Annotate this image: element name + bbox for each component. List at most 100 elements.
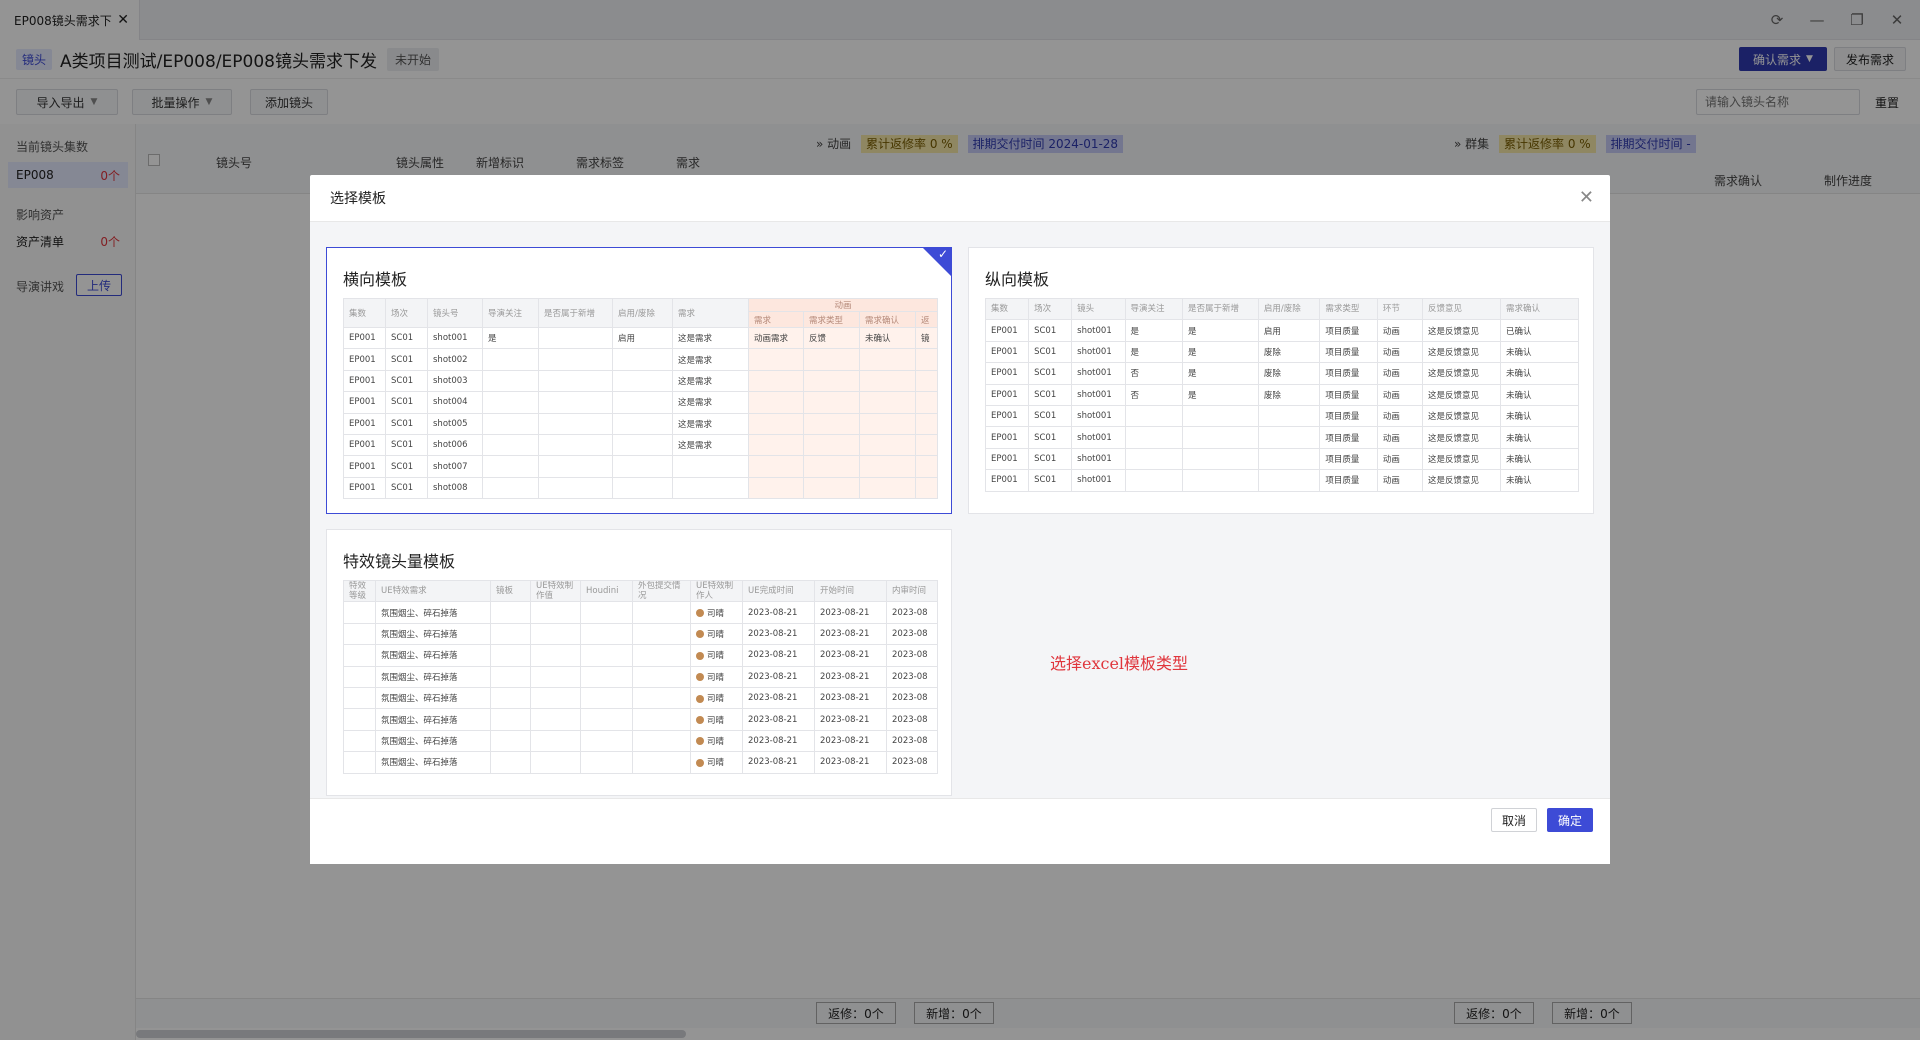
preview-row: EP001 SC01 shot001 项目质量 动画 这是反馈意见 未确认 [984, 469, 1580, 492]
preview-cell: 2023-08-21 [742, 601, 815, 624]
preview-row: EP001 SC01 shot001 项目质量 动画 这是反馈意见 未确认 [984, 447, 1580, 471]
preview-cell [612, 348, 673, 371]
preview-cell: 2023-08-21 [814, 601, 887, 624]
ok-button[interactable]: 确定 [1547, 808, 1593, 832]
preview-cell: 2023-08-21 [814, 729, 887, 753]
preview-cell: 未确认 [1499, 383, 1580, 406]
preview-row: 氛围烟尘、碎石掉落 司晴 2023-08-21 2023-08-21 2023-08 [343, 644, 938, 667]
preview-cell [530, 729, 581, 753]
avatar-icon [696, 694, 704, 703]
preview-cell: SC01 [1028, 383, 1073, 406]
preview-cell: 司晴 [690, 665, 743, 688]
preview-header-cell: 需求类型 [1319, 297, 1378, 321]
preview-header-cell: 开始时间 [814, 579, 887, 603]
preview-cell [914, 369, 939, 393]
preview-row: EP001 SC01 shot001 否是废除 项目质量 动画 这是反馈意见 未确认 [984, 383, 1580, 406]
preview-cell [748, 391, 804, 414]
preview-row: 氛围烟尘、碎石掉落 司晴 2023-08-21 2023-08-21 2023-08 [343, 708, 938, 731]
preview-cell [490, 686, 531, 710]
template-card-vfx[interactable]: 特效镜头量模板 特效等级 UE特效需求 镜板 UE特效制作值 Houdini 外包提交情况… [326, 529, 952, 796]
preview-header-cell: 镜头号 [427, 298, 483, 328]
template-title: 纵向模板 [985, 270, 1050, 289]
preview-cell: 未确认 [1499, 362, 1580, 385]
preview-cell: 司晴 [690, 686, 743, 710]
avatar-icon [696, 630, 704, 639]
preview-cell: 2023-08-21 [742, 686, 815, 710]
preview-group-header: 动画 [747, 298, 939, 312]
preview-cell [538, 455, 613, 478]
preview-cell [748, 412, 804, 435]
preview-cell: 这是反馈意见 [1422, 383, 1501, 406]
preview-cell [343, 644, 376, 667]
preview-row: 氛围烟尘、碎石掉落 司晴 2023-08-21 2023-08-21 2023-08 [343, 729, 938, 753]
preview-cell [490, 665, 531, 688]
close-icon[interactable]: ✕ [1579, 187, 1594, 208]
preview-cell: 项目质量 [1319, 319, 1378, 342]
preview-cell: SC01 [385, 476, 428, 500]
preview-cell [538, 412, 613, 435]
preview-header-cell: 镜头 [1071, 297, 1126, 321]
preview-cell: 未确认 [1499, 447, 1580, 471]
preview-cell [672, 476, 749, 500]
preview-cell: shot001 [1071, 426, 1126, 449]
preview-cell [538, 369, 613, 393]
preview-cell: 动画 [1376, 383, 1424, 406]
preview-cell: 2023-08 [886, 686, 938, 710]
preview-cell: 氛围烟尘、碎石掉落 [375, 622, 491, 646]
preview-cell: EP001 [343, 412, 386, 435]
preview-header-cell: 是否属于新增 [538, 298, 613, 328]
preview-cell [748, 455, 804, 478]
preview-cell: 2023-08-21 [742, 622, 815, 646]
preview-cell: SC01 [1028, 340, 1073, 364]
preview-cell [859, 348, 916, 371]
avatar-icon [696, 758, 704, 767]
preview-cell: 否 [1124, 362, 1183, 385]
preview-cell [343, 601, 376, 624]
preview-cell: 2023-08-21 [742, 708, 815, 731]
preview-cell [482, 455, 539, 478]
preview-cell [803, 348, 860, 371]
preview-cell [1124, 447, 1183, 471]
preview-cell [859, 369, 916, 393]
preview-cell [490, 751, 531, 774]
preview-row: EP001 SC01 shot008 [343, 476, 939, 500]
preview-header-cell: 导演关注 [482, 298, 539, 328]
preview-row: EP001 SC01 shot001 是 启用 这是需求 动画需求 反馈 未确认镜 [343, 326, 939, 350]
preview-cell [859, 433, 916, 457]
preview-cell: 项目质量 [1319, 447, 1378, 471]
avatar-icon [696, 673, 704, 682]
preview-header-cell: 需求确认 [859, 311, 916, 328]
preview-cell: 是 [1124, 319, 1183, 342]
cancel-button[interactable]: 取消 [1491, 808, 1537, 832]
preview-cell [482, 433, 539, 457]
preview-cell [343, 686, 376, 710]
preview-cell: 废除 [1257, 362, 1321, 385]
preview-cell: 是 [1181, 383, 1259, 406]
preview-cell [530, 686, 581, 710]
template-card-vertical[interactable]: 纵向模板 集数 场次 镜头 导演关注 是否属于新增 启用/废除 需求类型 环节 反馈意见 需求确认… [968, 247, 1594, 514]
preview-cell: EP001 [984, 426, 1030, 449]
preview-cell: 动画 [1376, 340, 1424, 364]
dialog-body: 横向模板 ✓ 集数 场次 镜头号 导演关注 是否属于新增 启用/废除 需求 动画… [310, 222, 1610, 798]
preview-cell: 2023-08-21 [814, 751, 887, 774]
preview-cell: 启用 [1257, 319, 1321, 342]
preview-cell [914, 476, 939, 500]
preview-cell [580, 686, 633, 710]
preview-header-cell: 场次 [1028, 297, 1073, 321]
preview-cell: EP001 [343, 348, 386, 371]
preview-cell: shot001 [1071, 340, 1126, 364]
preview-cell: shot001 [1071, 362, 1126, 385]
template-card-horizontal[interactable]: 横向模板 ✓ 集数 场次 镜头号 导演关注 是否属于新增 启用/废除 需求 动画… [326, 247, 952, 514]
preview-cell: 项目质量 [1319, 469, 1378, 492]
preview-cell: shot001 [1071, 469, 1126, 492]
preview-cell: 项目质量 [1319, 362, 1378, 385]
preview-cell [1181, 447, 1259, 471]
preview-cell: SC01 [1028, 319, 1073, 342]
preview-cell: 动画 [1376, 426, 1424, 449]
preview-cell [748, 433, 804, 457]
preview-cell: 氛围烟尘、碎石掉落 [375, 686, 491, 710]
preview-row: EP001 SC01 shot006 这是需求 [343, 433, 939, 457]
dialog-title: 选择模板 [330, 191, 386, 207]
preview-header-cell: UE特效需求 [375, 579, 491, 603]
preview-cell [612, 412, 673, 435]
